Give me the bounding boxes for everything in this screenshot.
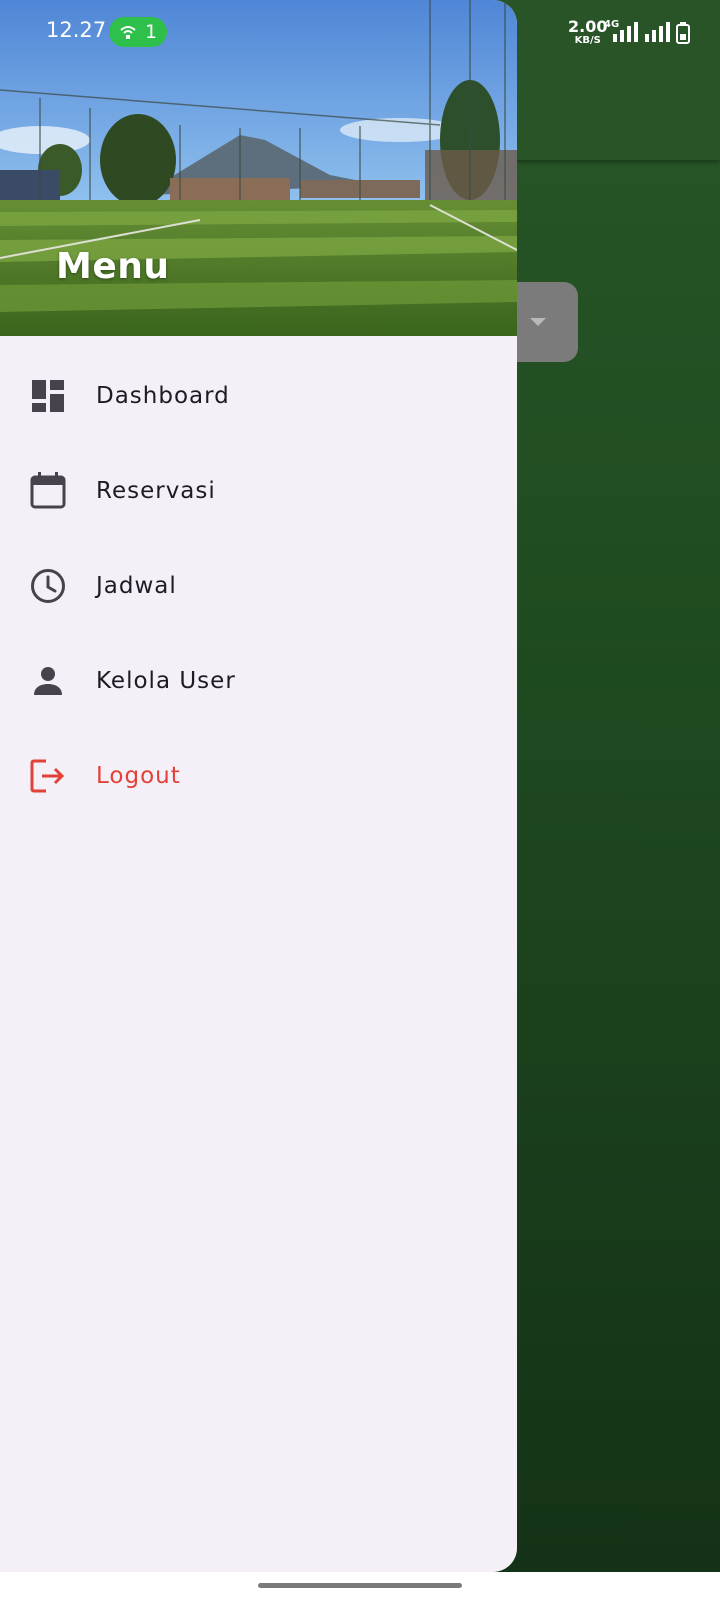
network-speed-unit: KB/S	[574, 35, 601, 46]
signal-strength-icon	[645, 22, 670, 42]
hotspot-count: 1	[144, 21, 158, 43]
menu-item-kelola-user[interactable]: Kelola User	[0, 641, 517, 721]
menu-item-dashboard[interactable]: Dashboard	[0, 356, 517, 436]
signal-strength-icon	[613, 22, 638, 42]
status-bar: 12.27 1 2.00 KB/S 4G	[0, 0, 720, 64]
menu-item-label: Dashboard	[96, 383, 230, 409]
drawer-title: Menu	[56, 246, 170, 287]
menu-item-label: Jadwal	[96, 573, 177, 599]
clock: 12.27	[46, 18, 107, 42]
home-indicator[interactable]	[258, 1583, 462, 1588]
navigation-drawer: Menu Dashboard Reservasi Jadwal Kelola U…	[0, 0, 517, 1572]
menu-item-label: Logout	[96, 763, 181, 789]
dropdown-arrow-icon	[530, 318, 546, 326]
logout-icon	[30, 759, 65, 793]
battery-icon	[676, 22, 690, 44]
dashboard-icon	[32, 380, 64, 412]
network-speed: 2.00 KB/S	[568, 19, 607, 48]
menu-item-logout[interactable]: Logout	[0, 736, 517, 816]
calendar-icon	[30, 472, 66, 509]
hotspot-icon	[120, 26, 136, 39]
menu-item-reservasi[interactable]: Reservasi	[0, 451, 517, 531]
menu-item-label: Reservasi	[96, 478, 216, 504]
clock-icon	[31, 569, 65, 603]
menu-item-jadwal[interactable]: Jadwal	[0, 546, 517, 626]
hotspot-badge[interactable]: 1	[109, 17, 167, 47]
menu-item-label: Kelola User	[96, 668, 236, 694]
person-icon	[34, 667, 62, 695]
